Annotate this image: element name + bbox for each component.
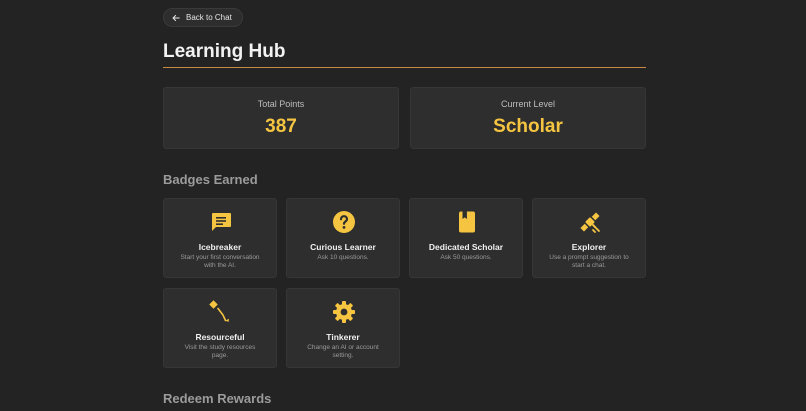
book-icon [455, 210, 479, 234]
badge-name: Curious Learner [310, 242, 376, 252]
learning-hub-page: Back to Chat Learning Hub Total Points 3… [0, 0, 806, 411]
current-level-label: Current Level [500, 99, 556, 109]
badge-resourceful: Resourceful Visit the study resources pa… [163, 288, 277, 368]
satellite-icon [578, 210, 602, 234]
badge-name: Icebreaker [198, 242, 242, 252]
rewards-section-title: Redeem Rewards [163, 391, 272, 406]
question-circle-icon [332, 210, 356, 234]
current-level-value: Scholar [493, 116, 563, 137]
current-level-card: Current Level Scholar [410, 87, 646, 149]
badge-dedicated-scholar: Dedicated Scholar Ask 50 questions. [409, 198, 523, 278]
back-to-chat-label: Back to Chat [186, 13, 232, 22]
badge-description: Use a prompt suggestion to start a chat. [549, 254, 629, 269]
badge-description: Ask 10 questions. [317, 254, 369, 261]
page-title: Learning Hub [163, 41, 286, 62]
badge-explorer: Explorer Use a prompt suggestion to star… [532, 198, 646, 278]
title-divider [163, 67, 646, 68]
badge-icebreaker: Icebreaker Start your first conversation… [163, 198, 277, 278]
badge-name: Explorer [571, 242, 607, 252]
gear-icon [332, 300, 356, 324]
total-points-card: Total Points 387 [163, 87, 399, 149]
back-to-chat-button[interactable]: Back to Chat [163, 8, 243, 27]
badges-section-title: Badges Earned [163, 172, 258, 187]
badge-description: Start your first conversation with the A… [180, 254, 260, 269]
badge-name: Dedicated Scholar [428, 242, 504, 252]
arrow-left-icon [172, 14, 180, 22]
badge-name: Tinkerer [326, 332, 360, 342]
badge-description: Visit the study resources page. [184, 344, 256, 359]
badge-tinkerer: Tinkerer Change an AI or account setting… [286, 288, 400, 368]
badge-curious-learner: Curious Learner Ask 10 questions. [286, 198, 400, 278]
badge-name: Resourceful [195, 332, 245, 342]
badge-description: Change an AI or account setting. [307, 344, 379, 359]
total-points-value: 387 [265, 116, 297, 137]
badge-description: Ask 50 questions. [440, 254, 492, 261]
chat-bubble-icon [209, 210, 233, 234]
total-points-label: Total Points [257, 99, 305, 109]
pen-nib-icon [209, 300, 233, 324]
